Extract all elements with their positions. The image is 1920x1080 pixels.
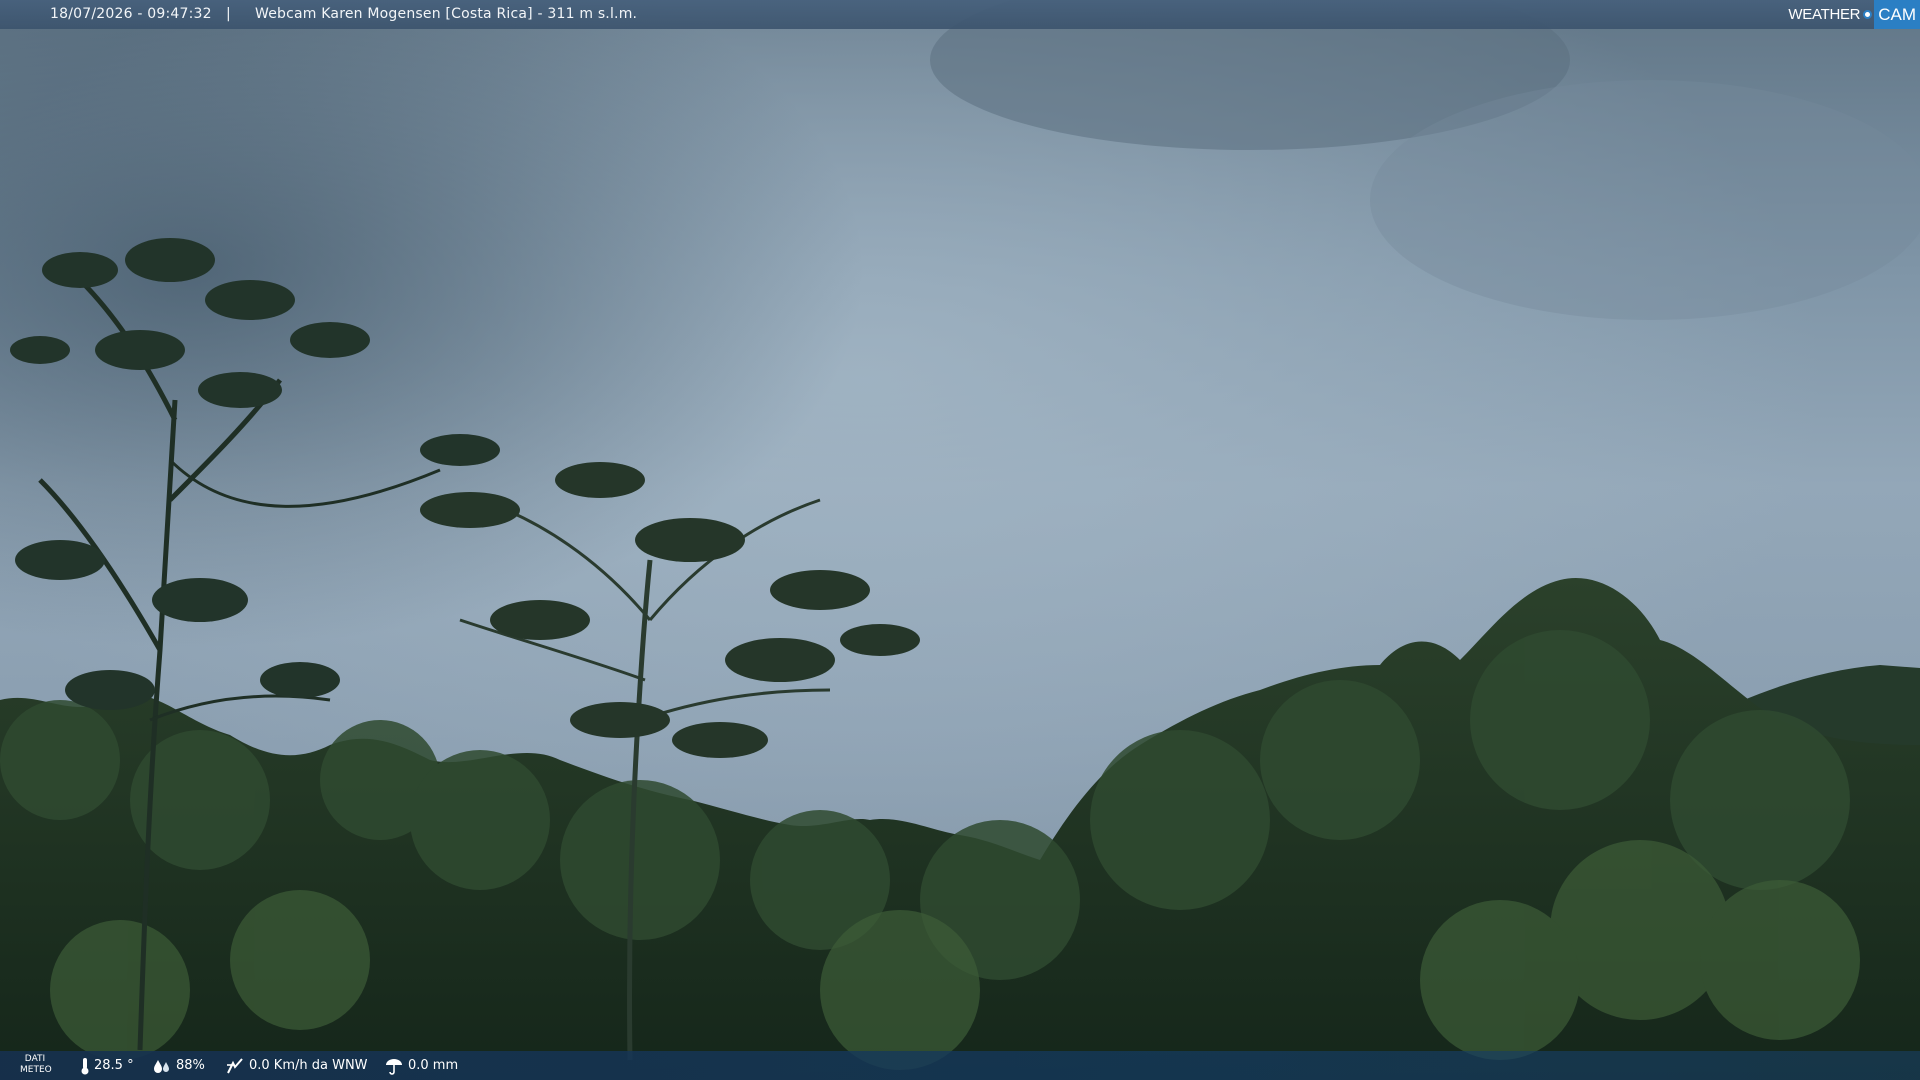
rain-value: 0.0 mm <box>408 1058 459 1073</box>
rain-icon <box>386 1058 402 1075</box>
logo-dot-icon <box>1863 10 1873 19</box>
weathercam-logo: WEATHER CAM <box>1788 0 1920 29</box>
webcam-frame: 18/07/2026 - 09:47:32 | Webcam Karen Mog… <box>0 0 1920 1080</box>
weather-label-line1: DATI <box>24 1054 46 1064</box>
humidity-icon <box>154 1059 169 1073</box>
rain-reading: 0.0 mm <box>384 1051 458 1080</box>
wind-icon <box>227 1057 243 1073</box>
logo-cam-text: CAM <box>1874 0 1920 29</box>
header-bar: 18/07/2026 - 09:47:32 | Webcam Karen Mog… <box>0 0 1920 29</box>
webcam-scene <box>0 0 1920 1080</box>
wind-value: 0.0 Km/h da WNW <box>249 1058 368 1073</box>
weather-label-line2: METEO <box>20 1065 52 1075</box>
thermometer-icon <box>81 1057 89 1074</box>
wind-reading: 0.0 Km/h da WNW <box>225 1051 368 1080</box>
temperature-value: 28.5 ° <box>94 1058 134 1073</box>
weather-data-bar: DATI METEO 28.5 ° 88% 0.0 Km/h da WNW 0.… <box>0 1051 1920 1080</box>
logo-weather-text: WEATHER <box>1788 6 1861 23</box>
webcam-title: Webcam Karen Mogensen [Costa Rica] - 311… <box>255 6 638 22</box>
weather-data-label: DATI METEO <box>20 1054 52 1076</box>
header-separator: | <box>226 6 231 22</box>
humidity-reading: 88% <box>152 1051 205 1080</box>
humidity-value: 88% <box>176 1058 205 1073</box>
temperature-reading: 28.5 ° <box>80 1051 134 1080</box>
timestamp: 18/07/2026 - 09:47:32 <box>50 6 212 22</box>
